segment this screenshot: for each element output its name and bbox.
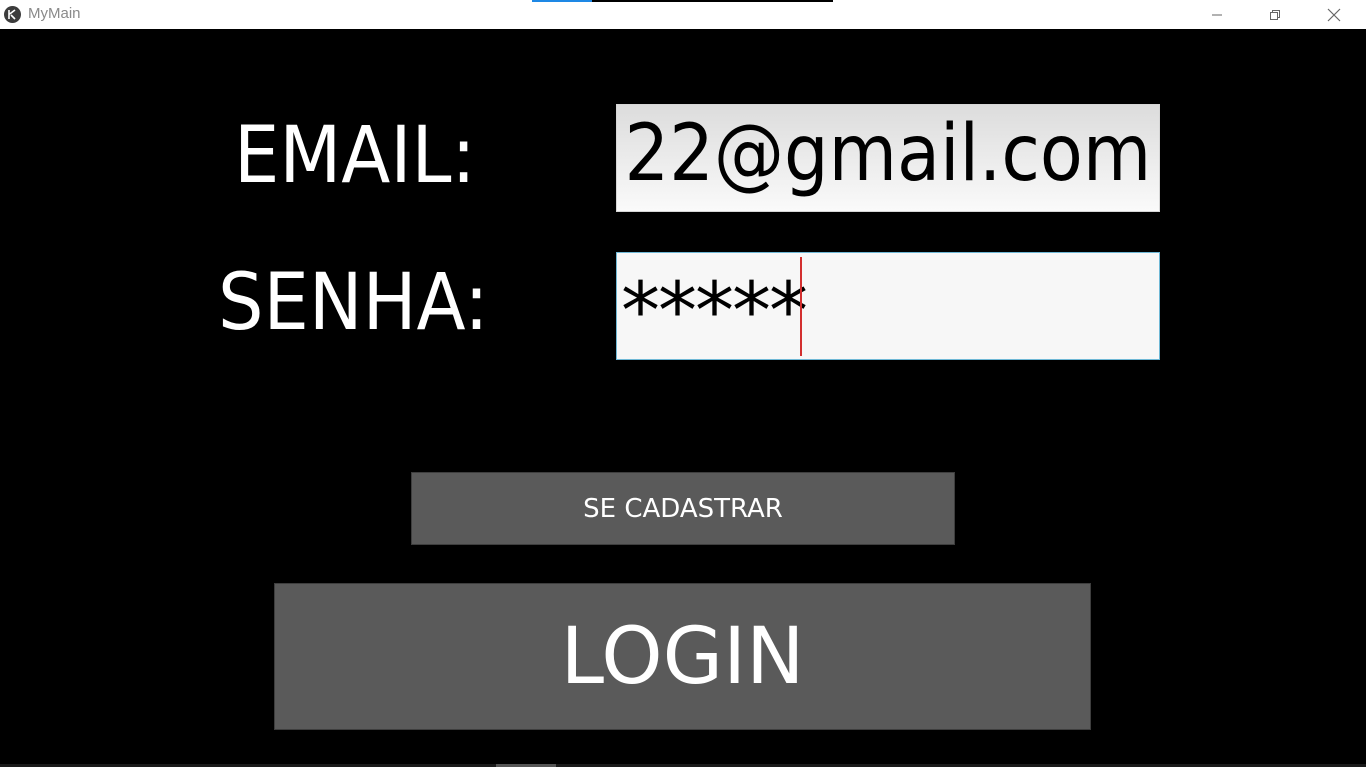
close-button[interactable] bbox=[1311, 0, 1357, 29]
text-cursor bbox=[800, 257, 802, 356]
loading-progress-fill bbox=[532, 0, 593, 2]
window-titlebar: MyMain bbox=[0, 0, 1366, 29]
login-button[interactable]: LOGIN bbox=[274, 583, 1091, 730]
login-screen: EMAIL: 22@gmail.com SENHA: ***** SE CADA… bbox=[0, 29, 1366, 767]
close-icon bbox=[1327, 8, 1341, 21]
window-title: MyMain bbox=[28, 5, 81, 22]
restore-icon bbox=[1270, 9, 1280, 20]
se-cadastrar-button[interactable]: SE CADASTRAR bbox=[411, 472, 955, 545]
email-input[interactable]: 22@gmail.com bbox=[616, 104, 1160, 212]
email-input-value: 22@gmail.com bbox=[624, 109, 1151, 199]
restore-button[interactable] bbox=[1252, 0, 1298, 29]
se-cadastrar-label: SE CADASTRAR bbox=[583, 493, 783, 524]
kivy-logo-icon bbox=[4, 6, 21, 23]
loading-progress-bar bbox=[532, 0, 833, 2]
minimize-button[interactable] bbox=[1194, 0, 1240, 29]
senha-input-value: ***** bbox=[621, 267, 808, 357]
minimize-icon bbox=[1212, 14, 1222, 15]
senha-input[interactable]: ***** bbox=[616, 252, 1160, 360]
senha-label: SENHA: bbox=[218, 258, 489, 348]
email-label: EMAIL: bbox=[234, 111, 476, 201]
login-label: LOGIN bbox=[560, 611, 805, 702]
